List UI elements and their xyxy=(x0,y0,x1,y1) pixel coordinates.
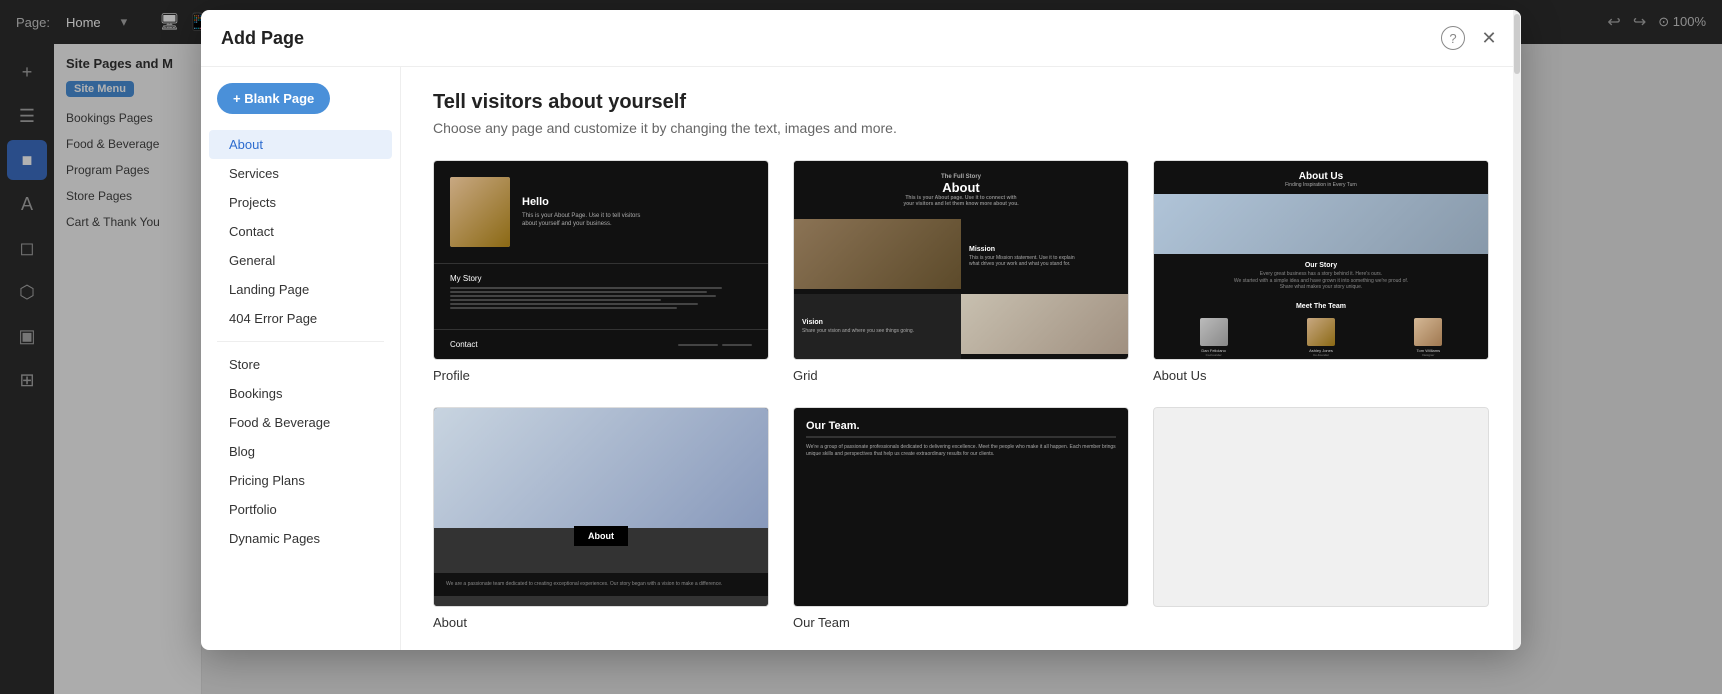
modal-nav: + Blank Page About Services Projects Con… xyxy=(201,67,401,650)
template-label-about-us: About Us xyxy=(1153,360,1489,383)
template-card-our-team[interactable]: Our Team. We're a group of passionate pr… xyxy=(793,407,1129,630)
nav-item-general[interactable]: General xyxy=(209,246,392,275)
content-title: Tell visitors about yourself xyxy=(433,91,1489,114)
nav-item-portfolio[interactable]: Portfolio xyxy=(209,495,392,524)
modal-scrollbar[interactable] xyxy=(1513,67,1521,650)
template-preview-placeholder xyxy=(1153,407,1489,607)
nav-divider xyxy=(217,341,384,342)
template-card-placeholder xyxy=(1153,407,1489,630)
template-preview-about-landscape: About We are a passionate team dedicated… xyxy=(433,407,769,607)
nav-item-contact[interactable]: Contact xyxy=(209,217,392,246)
template-card-about-us[interactable]: About Us Finding Inspiration in Every Tu… xyxy=(1153,160,1489,383)
modal-header: Add Page ? ✕ xyxy=(201,10,1521,67)
close-button[interactable]: ✕ xyxy=(1477,26,1501,50)
template-preview-our-team: Our Team. We're a group of passionate pr… xyxy=(793,407,1129,607)
modal-title: Add Page xyxy=(221,28,304,49)
modal-body: + Blank Page About Services Projects Con… xyxy=(201,67,1521,650)
template-preview-grid: The Full Story About This is your About … xyxy=(793,160,1129,360)
scrollbar-thumb xyxy=(1514,67,1520,74)
template-grid: Hello This is your About Page. Use it to… xyxy=(433,160,1489,630)
blank-page-button[interactable]: + Blank Page xyxy=(217,83,330,114)
nav-item-store[interactable]: Store xyxy=(209,350,392,379)
help-button[interactable]: ? xyxy=(1441,26,1465,50)
modal-content-area: Tell visitors about yourself Choose any … xyxy=(401,67,1521,650)
modal-overlay: Add Page ? ✕ + Blank Page About Services… xyxy=(0,0,1722,694)
nav-item-404[interactable]: 404 Error Page xyxy=(209,304,392,333)
template-card-profile[interactable]: Hello This is your About Page. Use it to… xyxy=(433,160,769,383)
nav-item-blog[interactable]: Blog xyxy=(209,437,392,466)
template-preview-profile: Hello This is your About Page. Use it to… xyxy=(433,160,769,360)
template-label-profile: Profile xyxy=(433,360,769,383)
template-label-grid: Grid xyxy=(793,360,1129,383)
nav-item-pricing[interactable]: Pricing Plans xyxy=(209,466,392,495)
add-page-modal: Add Page ? ✕ + Blank Page About Services… xyxy=(201,10,1521,650)
preview-hello-text: Hello xyxy=(522,196,640,208)
nav-item-landing[interactable]: Landing Page xyxy=(209,275,392,304)
modal-header-actions: ? ✕ xyxy=(1441,26,1501,50)
nav-item-dynamic[interactable]: Dynamic Pages xyxy=(209,524,392,553)
nav-item-bookings[interactable]: Bookings xyxy=(209,379,392,408)
nav-item-projects[interactable]: Projects xyxy=(209,188,392,217)
content-subtitle: Choose any page and customize it by chan… xyxy=(433,120,1489,136)
template-label-about-landscape: About xyxy=(433,607,769,630)
template-label-our-team: Our Team xyxy=(793,607,1129,630)
nav-item-services[interactable]: Services xyxy=(209,159,392,188)
template-preview-about-us: About Us Finding Inspiration in Every Tu… xyxy=(1153,160,1489,360)
template-card-grid[interactable]: The Full Story About This is your About … xyxy=(793,160,1129,383)
template-card-about-landscape[interactable]: About We are a passionate team dedicated… xyxy=(433,407,769,630)
nav-item-food[interactable]: Food & Beverage xyxy=(209,408,392,437)
nav-item-about[interactable]: About xyxy=(209,130,392,159)
